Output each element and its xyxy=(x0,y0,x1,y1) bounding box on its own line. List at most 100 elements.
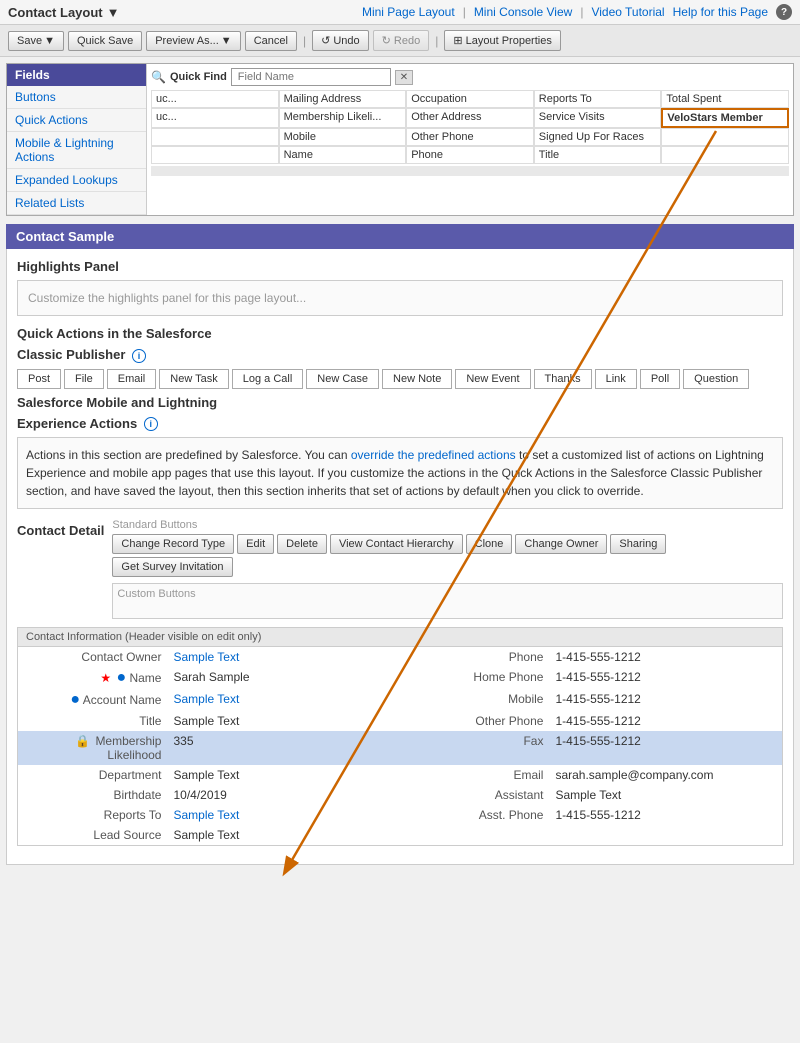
cancel-button[interactable]: Cancel xyxy=(245,31,297,51)
table-row: Birthdate 10/4/2019 Assistant Sample Tex… xyxy=(18,785,782,805)
action-file[interactable]: File xyxy=(64,369,104,389)
lightning-section: Actions in this section are predefined b… xyxy=(17,437,783,509)
action-post[interactable]: Post xyxy=(17,369,61,389)
field-cell[interactable]: Signed Up For Races xyxy=(534,128,662,146)
field-cell[interactable]: Mailing Address xyxy=(279,90,407,108)
sidebar-item-related-lists[interactable]: Related Lists xyxy=(7,192,146,215)
undo-button[interactable]: ↺ Undo xyxy=(312,30,369,51)
clear-search-button[interactable]: ✕ xyxy=(395,70,413,85)
change-owner-button[interactable]: Change Owner xyxy=(515,534,607,554)
field-cell[interactable]: Reports To xyxy=(534,90,662,108)
edit-button[interactable]: Edit xyxy=(237,534,274,554)
toolbar: Save ▼ Quick Save Preview As... ▼ Cancel… xyxy=(0,25,800,57)
field-label: ● Account Name xyxy=(18,689,167,711)
sidebar-item-buttons[interactable]: Buttons xyxy=(7,86,146,109)
action-log-call[interactable]: Log a Call xyxy=(232,369,304,389)
field-value[interactable]: Sample Text xyxy=(167,805,400,825)
field-cell[interactable]: Name xyxy=(279,146,407,164)
page-title: Contact Layout xyxy=(8,5,103,20)
field-cell[interactable]: Service Visits xyxy=(534,108,662,128)
action-link[interactable]: Link xyxy=(595,369,637,389)
field-cell[interactable]: Occupation xyxy=(406,90,534,108)
help-link[interactable]: Help for this Page xyxy=(673,5,768,19)
clone-button[interactable]: Clone xyxy=(466,534,513,554)
field-label: ★ ● Name xyxy=(18,667,167,689)
field-value[interactable]: Sample Text xyxy=(167,689,400,711)
page-wrapper: Contact Layout ▼ Mini Page Layout | Mini… xyxy=(0,0,800,879)
save-button[interactable]: Save ▼ xyxy=(8,31,64,51)
field-value[interactable]: Sample Text xyxy=(167,647,400,667)
field-label: Department xyxy=(18,765,167,785)
field-cell[interactable] xyxy=(661,128,789,146)
change-record-type-button[interactable]: Change Record Type xyxy=(112,534,234,554)
field-value: 1-415-555-1212 xyxy=(549,711,782,731)
override-link[interactable]: override the predefined actions xyxy=(351,448,516,462)
action-new-event[interactable]: New Event xyxy=(455,369,530,389)
preview-button[interactable]: Preview As... ▼ xyxy=(146,31,240,51)
action-poll[interactable]: Poll xyxy=(640,369,680,389)
view-contact-hierarchy-button[interactable]: View Contact Hierarchy xyxy=(330,534,463,554)
search-icon: 🔍 xyxy=(151,70,166,84)
sharing-button[interactable]: Sharing xyxy=(610,534,666,554)
field-cell[interactable]: uc... xyxy=(151,90,279,108)
fields-sidebar-title: Fields xyxy=(7,64,146,86)
redo-button[interactable]: ↻ Redo xyxy=(373,30,430,51)
action-new-note[interactable]: New Note xyxy=(382,369,452,389)
info-icon-lightning[interactable]: i xyxy=(144,417,158,431)
field-value: Sample Text xyxy=(167,825,400,845)
delete-button[interactable]: Delete xyxy=(277,534,327,554)
field-cell[interactable]: Other Phone xyxy=(406,128,534,146)
table-row: Reports To Sample Text Asst. Phone 1-415… xyxy=(18,805,782,825)
field-cell[interactable]: VeloStars Member xyxy=(661,108,789,128)
top-header: Contact Layout ▼ Mini Page Layout | Mini… xyxy=(0,0,800,25)
mini-page-layout-link[interactable]: Mini Page Layout xyxy=(362,5,455,19)
fields-main: 🔍 Quick Find ✕ uc...Mailing AddressOccup… xyxy=(147,64,793,215)
field-cell[interactable] xyxy=(151,146,279,164)
lock-icon: 🔒 xyxy=(75,734,90,748)
field-cell[interactable]: Title xyxy=(534,146,662,164)
field-label: Other Phone xyxy=(400,711,549,731)
table-row: Lead Source Sample Text xyxy=(18,825,782,845)
dropdown-icon[interactable]: ▼ xyxy=(107,5,120,20)
horizontal-scrollbar[interactable] xyxy=(151,166,789,176)
mini-console-view-link[interactable]: Mini Console View xyxy=(474,5,573,19)
action-new-case[interactable]: New Case xyxy=(306,369,379,389)
info-icon[interactable]: i xyxy=(132,349,146,363)
field-cell[interactable] xyxy=(151,128,279,146)
field-cell[interactable] xyxy=(661,146,789,164)
table-row: Department Sample Text Email sarah.sampl… xyxy=(18,765,782,785)
bullet-blue: ● xyxy=(116,669,126,686)
field-label: Home Phone xyxy=(400,667,549,689)
sidebar-item-expanded-lookups[interactable]: Expanded Lookups xyxy=(7,169,146,192)
custom-buttons-label: Custom Buttons xyxy=(117,588,778,600)
action-new-task[interactable]: New Task xyxy=(159,369,228,389)
contact-info-table: Contact Owner Sample Text Phone 1-415-55… xyxy=(18,647,782,845)
standard-buttons-label: Standard Buttons xyxy=(112,519,783,531)
layout-properties-button[interactable]: ⊞ Layout Properties xyxy=(444,30,561,51)
action-email[interactable]: Email xyxy=(107,369,157,389)
quick-actions-grid: Post File Email New Task Log a Call New … xyxy=(17,369,783,389)
field-cell[interactable]: Mobile xyxy=(279,128,407,146)
field-cell[interactable]: uc... xyxy=(151,108,279,128)
sidebar-item-mobile-lightning[interactable]: Mobile & Lightning Actions xyxy=(7,132,146,169)
action-question[interactable]: Question xyxy=(683,369,749,389)
quick-save-button[interactable]: Quick Save xyxy=(68,31,142,51)
fields-grid: uc...Mailing AddressOccupationReports To… xyxy=(151,90,789,164)
video-tutorial-link[interactable]: Video Tutorial xyxy=(591,5,664,19)
field-cell[interactable]: Phone xyxy=(406,146,534,164)
fields-panel: Fields Buttons Quick Actions Mobile & Li… xyxy=(6,63,794,216)
quick-find-input[interactable] xyxy=(231,68,391,86)
field-cell[interactable]: Other Address xyxy=(406,108,534,128)
field-cell[interactable]: Membership Likeli... xyxy=(279,108,407,128)
field-label: Asst. Phone xyxy=(400,805,549,825)
sidebar-item-quick-actions[interactable]: Quick Actions xyxy=(7,109,146,132)
get-survey-invitation-button[interactable]: Get Survey Invitation xyxy=(112,557,232,577)
field-label: Lead Source xyxy=(18,825,167,845)
help-icon[interactable]: ? xyxy=(776,4,792,20)
standard-buttons-row: Change Record Type Edit Delete View Cont… xyxy=(112,534,783,577)
action-thanks[interactable]: Thanks xyxy=(534,369,592,389)
fields-sidebar: Fields Buttons Quick Actions Mobile & Li… xyxy=(7,64,147,215)
contact-detail-label: Contact Detail xyxy=(17,519,104,619)
section-body: Highlights Panel Customize the highlight… xyxy=(6,249,794,865)
field-cell[interactable]: Total Spent xyxy=(661,90,789,108)
